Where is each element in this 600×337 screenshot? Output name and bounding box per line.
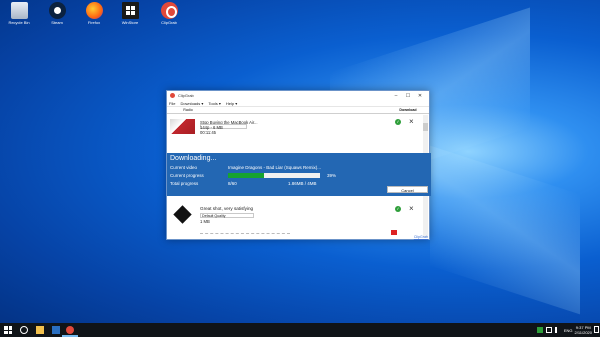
taskbar: ENG 9:37 PM 2/11/2020	[0, 323, 600, 337]
video-thumbnail	[173, 205, 192, 224]
desktop-icon-recycle-bin[interactable]: Recycle Bin	[4, 2, 34, 25]
video-thumbnail	[170, 119, 195, 134]
menu-file[interactable]: File	[169, 101, 175, 106]
tab-2[interactable]	[209, 107, 309, 113]
clipgrab-window: ClipGrab – ☐ ✕ File Downloads ▾ Tools ▾ …	[166, 90, 431, 240]
menu-downloads[interactable]: Downloads ▾	[180, 101, 203, 106]
menu-help-label: Help	[225, 100, 235, 106]
minimize-button[interactable]: –	[390, 93, 402, 99]
current-video-value: Imagine Dragons - Bad Liar (Squaws Remix…	[228, 165, 322, 170]
tab-3[interactable]	[309, 107, 389, 113]
desktop-icon-winstore[interactable]: WinStore	[115, 2, 145, 25]
menu-tools[interactable]: Tools ▾	[208, 101, 220, 106]
window-titlebar[interactable]: ClipGrab – ☐ ✕	[167, 91, 429, 100]
progress-panel: Downloading... Current video Imagine Dra…	[167, 153, 431, 196]
start-button[interactable]	[4, 326, 12, 334]
desktop-icon-label: Firefox	[87, 20, 101, 25]
clipgrab-taskbar-icon[interactable]	[66, 326, 74, 334]
network-icon[interactable]	[545, 327, 552, 333]
desktop-icon-label: WinStore	[121, 20, 139, 25]
recycle-bin-icon	[10, 2, 28, 19]
volume-icon[interactable]	[554, 327, 561, 333]
total-progress-label: Total progress	[170, 181, 199, 186]
check-icon: ✓	[395, 119, 401, 125]
menu-tools-label: Tools	[208, 100, 218, 106]
clock-date: 2/11/2020	[574, 330, 593, 335]
remove-icon[interactable]: ×	[409, 117, 414, 126]
tab-bar: Radio Download	[167, 107, 429, 114]
progress-heading: Downloading...	[170, 155, 217, 162]
menu-help[interactable]: Help ▾	[226, 101, 237, 106]
language-indicator[interactable]: ENG	[564, 328, 573, 333]
steam-icon	[48, 2, 66, 19]
system-tray: ENG 9:37 PM 2/11/2020	[536, 325, 593, 335]
wallpaper-light-beam	[430, 145, 580, 315]
clipgrab-icon	[160, 2, 178, 19]
error-icon	[391, 230, 397, 235]
desktop-icon-label: Steam	[51, 20, 63, 25]
footer-link[interactable]: ClipGrab	[414, 235, 428, 239]
desktop-icon-label: ClipGrab	[161, 20, 177, 25]
clipgrab-app-icon	[170, 93, 175, 98]
remove-icon[interactable]: ×	[409, 204, 414, 213]
windows-store-icon	[121, 2, 139, 19]
clock[interactable]: 9:37 PM 2/11/2020	[575, 325, 593, 335]
tab-radio[interactable]: Radio	[167, 107, 209, 113]
check-icon: ✓	[395, 206, 401, 212]
current-video-label: Current video	[170, 165, 198, 170]
desktop-icon-clipgrab[interactable]: ClipGrab	[154, 2, 184, 25]
video-size: 1 MB	[200, 219, 210, 224]
desktop-icon-firefox[interactable]: Firefox	[79, 2, 109, 25]
notification-icon[interactable]	[594, 326, 599, 333]
current-progress-fill	[228, 173, 264, 178]
desktop-icon-label: Recycle Bin	[8, 20, 30, 25]
current-progress-percent: 39%	[327, 173, 337, 178]
total-progress-count: 8/60	[228, 181, 237, 186]
desktop-icon-steam[interactable]: Steam	[42, 2, 72, 25]
next-item-divider	[200, 233, 290, 236]
video-title: Great shot, very satisfying	[200, 206, 254, 211]
menu-downloads-label: Downloads	[180, 100, 201, 106]
download-item[interactable]: Stop Buying the MacBook Air... 144p - 6 …	[167, 115, 423, 145]
download-item[interactable]: Great shot, very satisfying Default Qual…	[167, 202, 423, 232]
maximize-button[interactable]: ☐	[402, 93, 414, 99]
current-progress-label: Current progress	[170, 173, 204, 178]
search-icon[interactable]	[20, 326, 28, 334]
firefox-icon	[85, 2, 103, 19]
current-progress-bar	[228, 173, 320, 178]
window-title: ClipGrab	[178, 93, 194, 98]
video-duration: 00:11:45	[200, 130, 216, 135]
total-progress-size: 1.86MB / 4MB	[288, 181, 317, 186]
file-explorer-icon[interactable]	[36, 326, 44, 334]
menubar: File Downloads ▾ Tools ▾ Help ▾	[167, 100, 429, 107]
tray-app-icon[interactable]	[536, 327, 543, 333]
scrollbar-thumb[interactable]	[423, 123, 428, 131]
cancel-button[interactable]: Cancel	[387, 186, 428, 193]
quality-select[interactable]: Default Quality	[200, 213, 254, 218]
tab-download[interactable]: Download	[389, 107, 427, 113]
close-button[interactable]: ✕	[414, 93, 426, 99]
steam-taskbar-icon[interactable]	[52, 326, 60, 334]
